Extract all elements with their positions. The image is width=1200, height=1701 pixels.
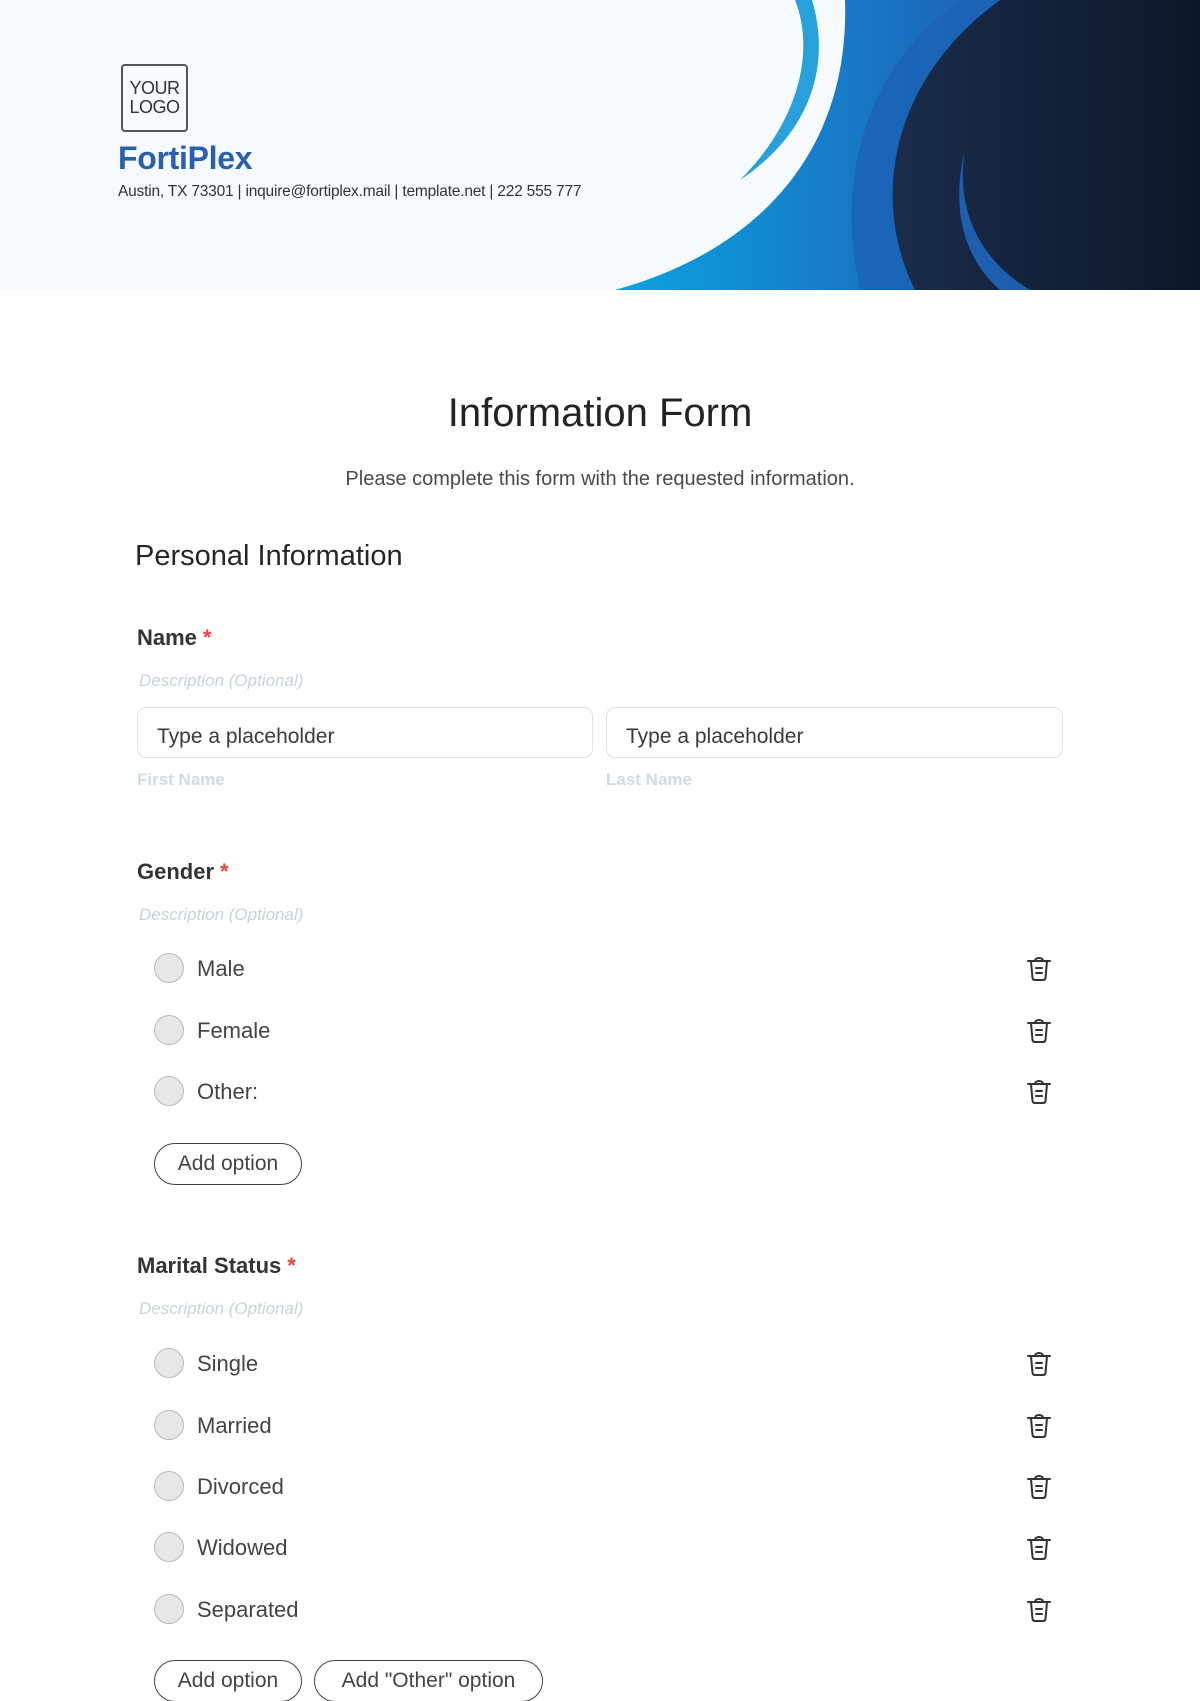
form-title: Information Form	[447, 391, 753, 435]
gender-option-male: Male	[154, 951, 1054, 985]
trash-icon[interactable]	[1025, 1410, 1053, 1440]
radio-button[interactable]	[154, 1594, 184, 1624]
radio-button[interactable]	[154, 1410, 184, 1440]
marital-status-description[interactable]: Description (Optional)	[139, 1299, 303, 1319]
trash-icon[interactable]	[1025, 1015, 1053, 1045]
option-label[interactable]: Single	[197, 1351, 258, 1377]
marital-option-widowed: Widowed	[154, 1530, 1054, 1564]
radio-button[interactable]	[154, 1471, 184, 1501]
option-label[interactable]: Widowed	[197, 1535, 287, 1561]
gender-label-text: Gender	[137, 859, 215, 884]
marital-status-label-text: Marital Status	[137, 1253, 282, 1278]
trash-icon[interactable]	[1025, 953, 1053, 983]
trash-icon[interactable]	[1025, 1594, 1053, 1624]
marital-status-question-label: Marital Status *	[137, 1253, 296, 1279]
required-asterisk: *	[287, 1253, 296, 1278]
option-label[interactable]: Married	[197, 1413, 272, 1439]
required-asterisk: *	[202, 625, 212, 650]
name-label-text: Name	[137, 625, 197, 650]
option-label[interactable]: Divorced	[197, 1474, 284, 1500]
radio-button[interactable]	[154, 1015, 184, 1045]
letterhead-header: YOUR LOGO FortiPlex Austin, TX 73301 | i…	[0, 0, 1200, 290]
form-subtitle: Please complete this form with the reque…	[345, 468, 855, 490]
company-name: FortiPlex	[118, 140, 253, 176]
trash-icon[interactable]	[1025, 1348, 1053, 1378]
marital-add-option-button[interactable]: Add option	[154, 1660, 302, 1701]
gender-option-female: Female	[154, 1013, 1054, 1047]
gender-question-label: Gender *	[137, 859, 229, 885]
marital-option-married: Married	[154, 1408, 1054, 1442]
marital-option-separated: Separated	[154, 1592, 1054, 1626]
first-name-sublabel: First Name	[137, 770, 225, 789]
gender-option-other: Other:	[154, 1074, 1054, 1108]
option-label[interactable]: Male	[197, 956, 245, 982]
last-name-input[interactable]: Type a placeholder	[606, 707, 1063, 758]
trash-icon[interactable]	[1025, 1471, 1053, 1501]
logo-text-line1: YOUR	[129, 78, 180, 98]
required-asterisk: *	[220, 859, 229, 884]
trash-icon[interactable]	[1025, 1076, 1053, 1106]
first-name-input[interactable]: Type a placeholder	[137, 707, 593, 758]
last-name-sublabel: Last Name	[606, 770, 692, 789]
radio-button[interactable]	[154, 1532, 184, 1562]
option-label[interactable]: Female	[197, 1018, 270, 1044]
marital-add-other-option-button[interactable]: Add "Other" option	[314, 1660, 543, 1701]
option-label[interactable]: Separated	[197, 1597, 299, 1623]
trash-icon[interactable]	[1025, 1532, 1053, 1562]
section-title: Personal Information	[135, 540, 403, 572]
radio-button[interactable]	[154, 1076, 184, 1106]
radio-button[interactable]	[154, 1348, 184, 1378]
gender-description[interactable]: Description (Optional)	[139, 905, 303, 925]
logo-text-line2: LOGO	[129, 97, 180, 117]
gender-add-option-button[interactable]: Add option	[154, 1143, 302, 1185]
name-question-label: Name *	[137, 625, 211, 651]
name-description[interactable]: Description (Optional)	[139, 671, 303, 691]
marital-option-divorced: Divorced	[154, 1469, 1054, 1503]
radio-button[interactable]	[154, 953, 184, 983]
option-label[interactable]: Other:	[197, 1079, 258, 1105]
company-logo-placeholder: YOUR LOGO	[121, 64, 188, 132]
company-contact-info: Austin, TX 73301 | inquire@fortiplex.mai…	[118, 183, 582, 200]
marital-option-single: Single	[154, 1346, 1054, 1380]
